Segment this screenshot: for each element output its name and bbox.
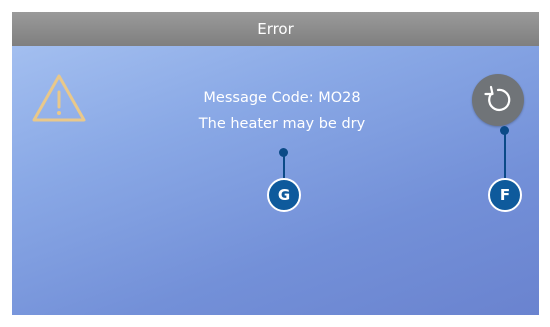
- warning-triangle-icon: [30, 72, 88, 124]
- message-description: The heater may be dry: [198, 116, 366, 132]
- message-code: Message Code: MO28: [203, 90, 361, 106]
- page-title: Error: [257, 20, 294, 38]
- callout-f-line: [504, 132, 506, 179]
- title-bar: Error: [12, 12, 539, 46]
- refresh-button[interactable]: [472, 74, 524, 126]
- error-screen: Error Message Code: MO28 The heater may …: [12, 12, 539, 315]
- callout-g-badge: G: [267, 178, 301, 212]
- callout-f-badge: F: [488, 178, 522, 212]
- error-message: Message Code: MO28 The heater may be dry: [152, 85, 412, 137]
- refresh-icon: [484, 85, 511, 112]
- callout-g-line: [283, 153, 285, 179]
